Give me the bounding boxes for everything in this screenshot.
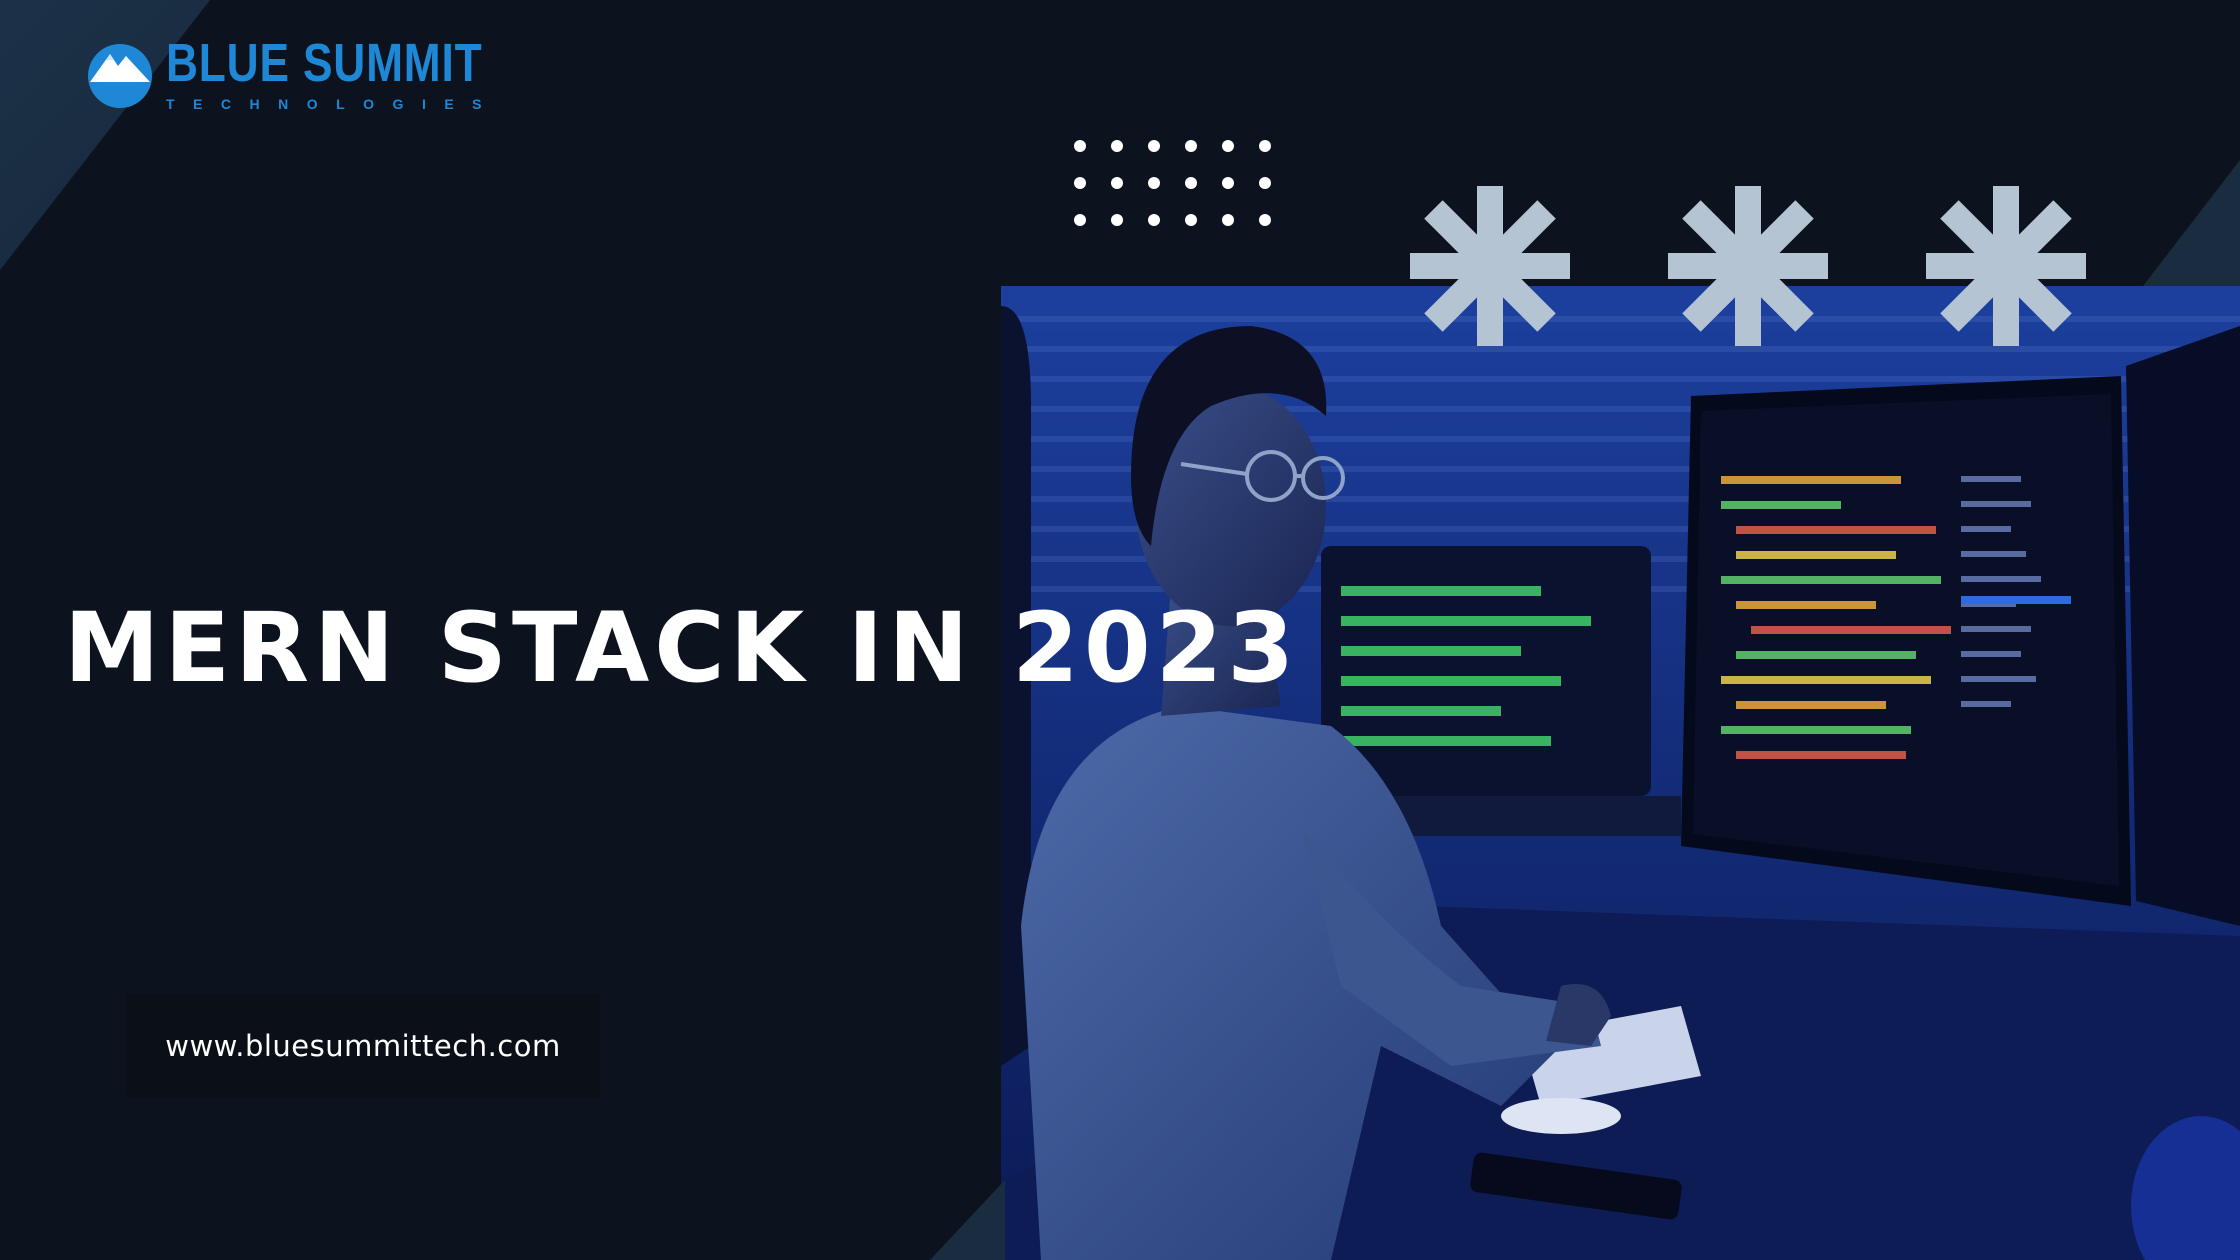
asterisk-decoration [1410,186,2086,346]
decor-dot [1222,177,1234,189]
decor-dot [1185,177,1197,189]
decor-dot [1111,177,1123,189]
developer-at-computer-photo [1001,286,2240,1260]
decor-dot [1074,140,1086,152]
decor-dot [1259,177,1271,189]
decor-dot [1148,140,1160,152]
asterisk-icon [1668,186,1828,346]
website-url-box[interactable]: www.bluesummittech.com [126,994,600,1098]
asterisk-icon [1410,186,1570,346]
mountain-globe-icon [88,44,152,108]
brand-logo[interactable]: BLUE SUMMIT TECHNOLOGIES [84,36,552,112]
decor-dot [1148,214,1160,226]
decor-dot [1111,140,1123,152]
decor-dot [1222,214,1234,226]
corner-accent-top-right [2140,160,2240,290]
decor-dot [1148,177,1160,189]
brand-name: BLUE SUMMIT [166,33,483,93]
asterisk-icon [1926,186,2086,346]
decor-dot [1074,214,1086,226]
corner-accent-bottom [930,1180,1005,1260]
decor-dot [1259,214,1271,226]
decor-dot [1222,140,1234,152]
decor-dot [1185,140,1197,152]
decor-dot [1111,214,1123,226]
dot-grid-decoration [1074,140,1271,226]
brand-tagline: TECHNOLOGIES [166,96,501,112]
decor-dot [1259,140,1271,152]
decor-dot [1074,177,1086,189]
decor-dot [1185,214,1197,226]
website-url[interactable]: www.bluesummittech.com [165,1029,561,1063]
page-title: MERN STACK IN 2023 [64,592,1300,704]
